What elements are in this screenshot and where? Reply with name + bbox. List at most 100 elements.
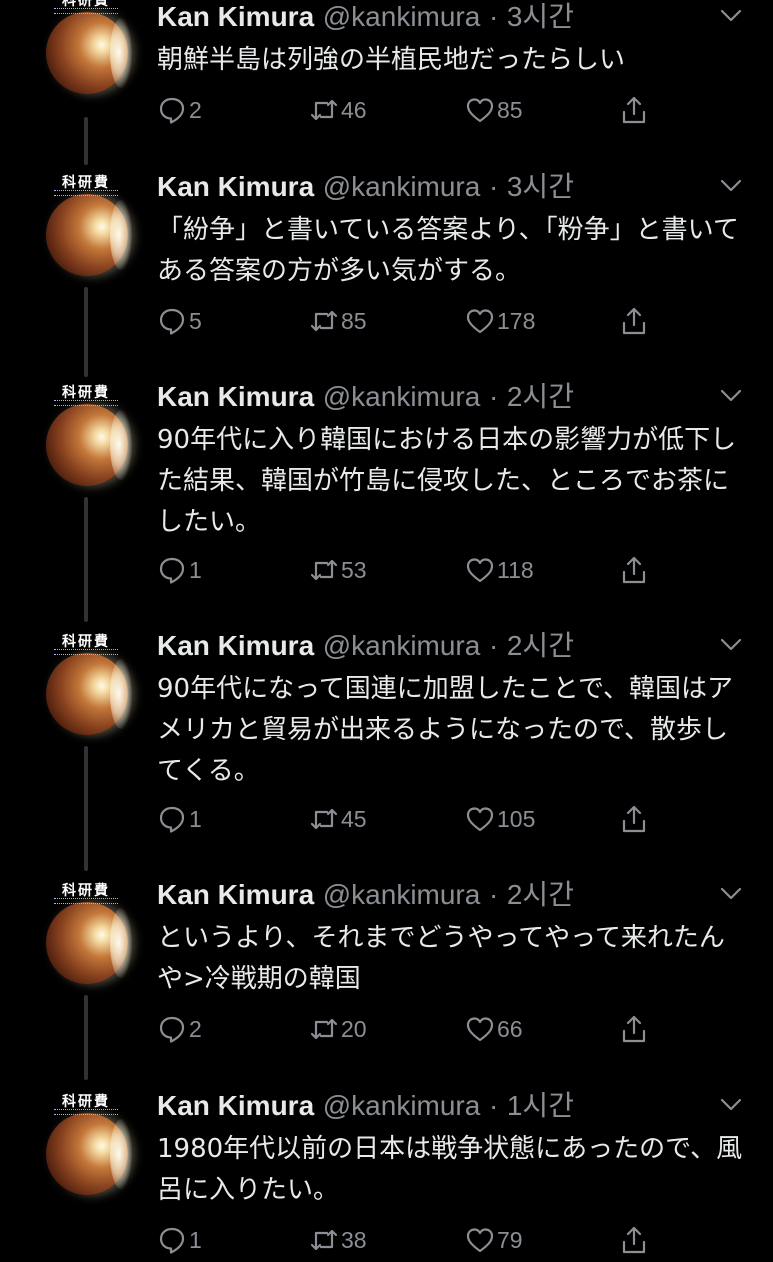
share-button[interactable] [619,1009,649,1049]
handle[interactable]: @kankimura [323,171,481,202]
timestamp[interactable]: 2시간 [507,879,574,910]
handle[interactable]: @kankimura [323,381,481,412]
reply-count: 2 [189,1015,202,1042]
separator-dot: · [488,1,499,32]
handle[interactable]: @kankimura [323,1090,481,1121]
tweet-header: Kan Kimura @kankimura · 1시간 [157,1089,574,1123]
handle[interactable]: @kankimura [323,630,481,661]
avatar[interactable]: 科研費 [34,1095,138,1199]
timestamp[interactable]: 3시간 [507,171,574,202]
retweet-icon [309,95,339,125]
share-icon [619,804,649,834]
avatar[interactable]: 科研費 [34,0,138,98]
avatar-logo: 科研費 [62,883,110,899]
retweet-button[interactable]: 38 [309,1220,367,1260]
retweet-button[interactable]: 53 [309,550,367,590]
separator-dot: · [488,630,499,661]
chevron-down-icon[interactable] [720,1097,742,1111]
chevron-down-icon[interactable] [720,637,742,651]
action-bar: 1 45 105 [157,799,657,839]
tweet-header: Kan Kimura @kankimura · 2시간 [157,380,574,414]
tweet-text: 1980年代以前の日本は戦争状態にあったので、風呂に入りたい。 [157,1134,743,1205]
display-name[interactable]: Kan Kimura [157,381,314,412]
reply-button[interactable]: 1 [157,1220,202,1260]
tweet-header: Kan Kimura @kankimura · 2시간 [157,629,574,663]
action-bar: 5 85 178 [157,301,657,341]
avatar-logo-subtext [54,190,118,196]
heart-icon [465,804,495,834]
chevron-down-icon[interactable] [720,8,742,22]
heart-icon [465,95,495,125]
display-name[interactable]: Kan Kimura [157,171,314,202]
reply-button[interactable]: 1 [157,799,202,839]
separator-dot: · [488,381,499,412]
avatar-logo-subtext [54,649,118,655]
action-bar: 2 20 66 [157,1009,657,1049]
timestamp[interactable]: 3시간 [507,1,574,32]
reply-button[interactable]: 2 [157,1009,202,1049]
handle[interactable]: @kankimura [323,879,481,910]
like-count: 178 [497,307,536,334]
like-button[interactable]: 79 [465,1220,523,1260]
retweet-count: 53 [341,556,367,583]
reply-button[interactable]: 5 [157,301,202,341]
retweet-icon [309,555,339,585]
avatar[interactable]: 科研費 [34,635,138,739]
retweet-count: 20 [341,1015,367,1042]
reply-button[interactable]: 1 [157,550,202,590]
share-icon [619,1014,649,1044]
display-name[interactable]: Kan Kimura [157,1090,314,1121]
handle[interactable]: @kankimura [323,1,481,32]
timestamp[interactable]: 2시간 [507,630,574,661]
share-icon [619,555,649,585]
timestamp[interactable]: 1시간 [507,1090,574,1121]
share-button[interactable] [619,90,649,130]
like-count: 79 [497,1226,523,1253]
moon-image [46,12,132,94]
like-button[interactable]: 105 [465,799,535,839]
heart-icon [465,306,495,336]
tweet-text: 「紛争」と書いている答案より、「粉争」と書いてある答案の方が多い気がする。 [157,215,739,286]
chevron-down-icon[interactable] [720,388,742,402]
avatar-logo-subtext [54,1109,118,1115]
display-name[interactable]: Kan Kimura [157,630,314,661]
like-count: 105 [497,805,536,832]
tweet-header: Kan Kimura @kankimura · 2시간 [157,878,574,912]
retweet-button[interactable]: 85 [309,301,367,341]
avatar[interactable]: 科研費 [34,386,138,490]
retweet-button[interactable]: 20 [309,1009,367,1049]
share-button[interactable] [619,550,649,590]
reply-count: 1 [189,805,202,832]
like-button[interactable]: 178 [465,301,535,341]
retweet-icon [309,306,339,336]
thread-line [84,287,88,377]
retweet-button[interactable]: 46 [309,90,367,130]
like-button[interactable]: 85 [465,90,523,130]
retweet-button[interactable]: 45 [309,799,367,839]
share-button[interactable] [619,1220,649,1260]
like-button[interactable]: 118 [465,550,534,590]
heart-icon [465,1014,495,1044]
display-name[interactable]: Kan Kimura [157,1,314,32]
avatar-logo: 科研費 [62,1094,110,1110]
share-button[interactable] [619,799,649,839]
chevron-down-icon[interactable] [720,886,742,900]
thread-line [84,746,88,871]
like-count: 66 [497,1015,523,1042]
separator-dot: · [488,1090,499,1121]
avatar[interactable]: 科研費 [34,884,138,988]
chevron-down-icon[interactable] [720,178,742,192]
avatar[interactable]: 科研費 [34,176,138,280]
like-count: 118 [497,556,534,583]
reply-count: 1 [189,1226,202,1253]
share-button[interactable] [619,301,649,341]
like-count: 85 [497,96,523,123]
retweet-count: 45 [341,805,367,832]
display-name[interactable]: Kan Kimura [157,879,314,910]
timestamp[interactable]: 2시간 [507,381,574,412]
like-button[interactable]: 66 [465,1009,523,1049]
avatar-logo-subtext [54,400,118,406]
reply-button[interactable]: 2 [157,90,202,130]
retweet-count: 38 [341,1226,367,1253]
reply-count: 5 [189,307,202,334]
